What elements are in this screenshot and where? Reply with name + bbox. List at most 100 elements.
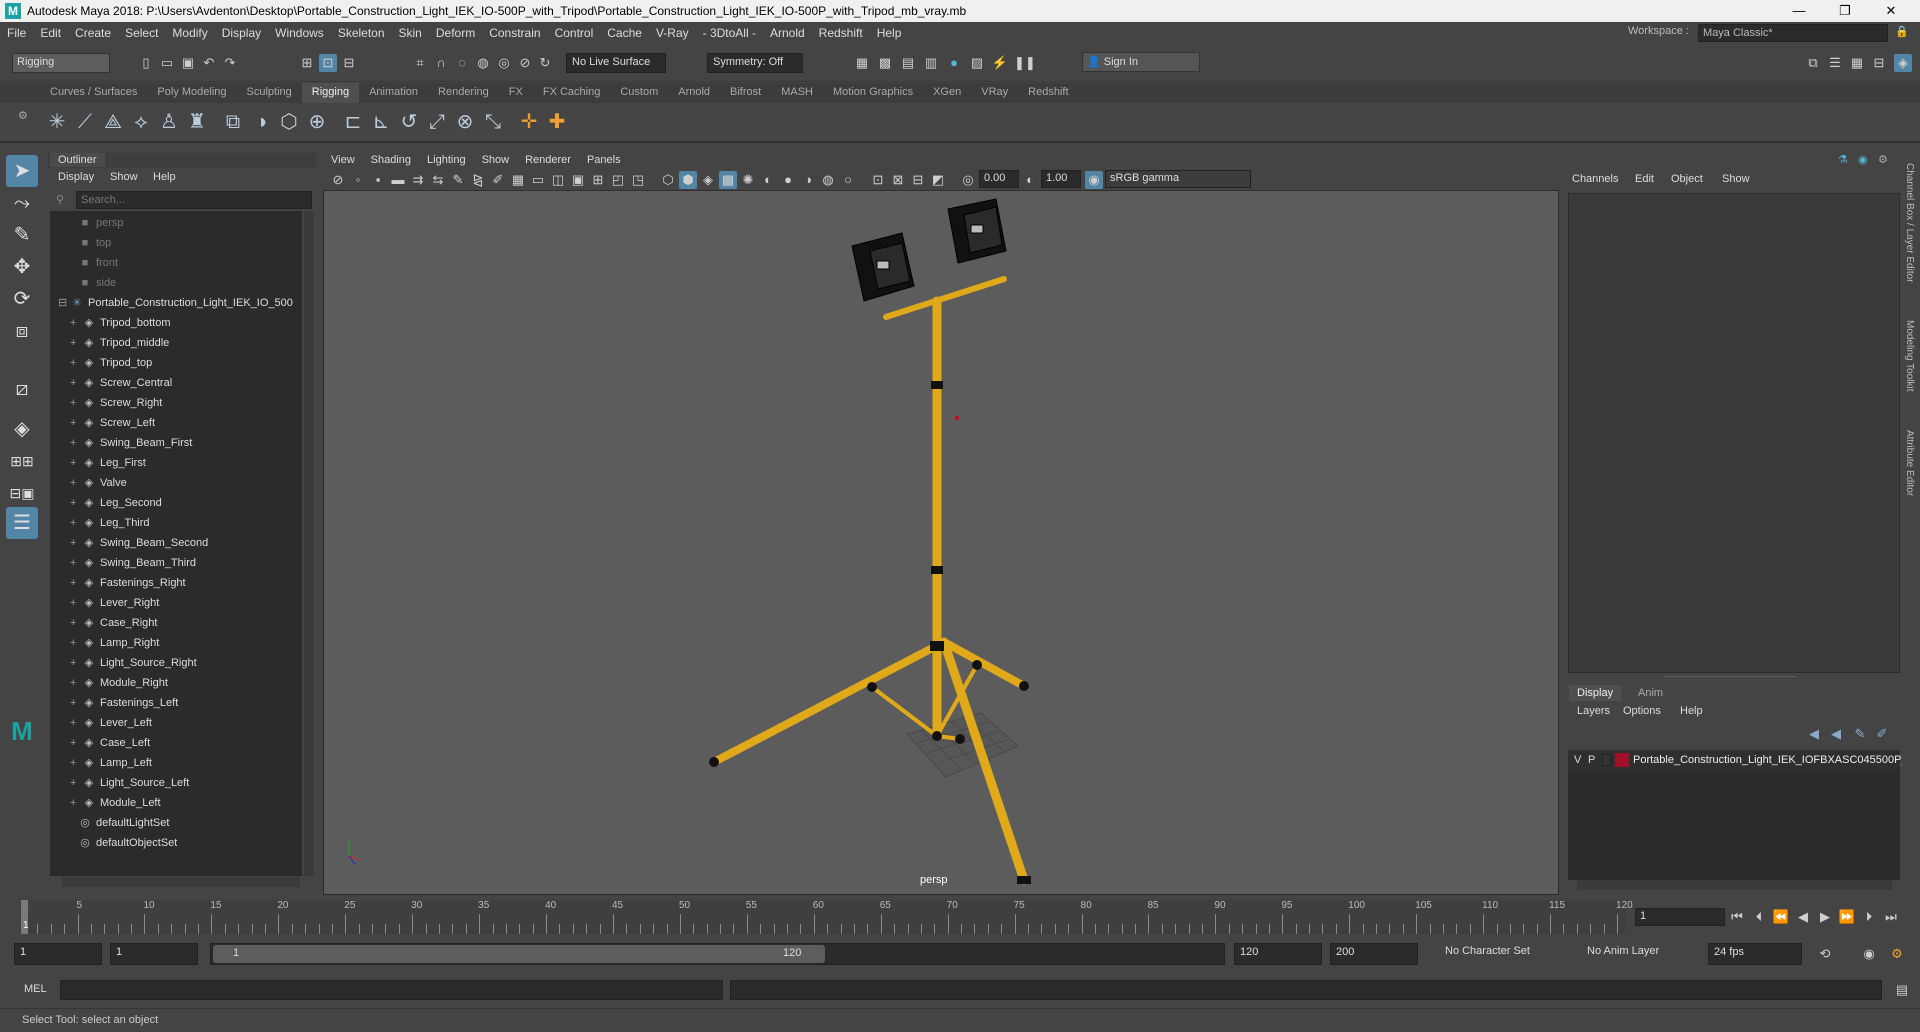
render-frame-icon[interactable]: ▩ (876, 54, 894, 72)
shelf-tab-custom[interactable]: Custom (610, 83, 668, 103)
outliner-menu-help[interactable]: Help (153, 171, 176, 183)
locator-icon[interactable]: ✛ (520, 112, 538, 132)
four-view-icon[interactable]: ⊞⊞ (6, 445, 38, 477)
outliner-item-mesh[interactable]: + ◈ Tripod_bottom (70, 313, 171, 333)
paint-weights-icon[interactable]: ◑ (252, 112, 270, 132)
outliner-item-mesh[interactable]: + ◈ Module_Right (70, 673, 168, 693)
playback-start-field[interactable]: 1 (110, 943, 198, 965)
expand-toggle-icon[interactable]: + (70, 453, 82, 473)
go-to-end-icon[interactable]: ⏭ (1882, 908, 1900, 926)
ipr-render-icon[interactable]: ▤ (899, 54, 917, 72)
sequence-icon[interactable]: ⇉ (409, 171, 427, 189)
expand-toggle-icon[interactable]: ⊟ (58, 293, 70, 313)
outliner-horizontal-scrollbar[interactable] (62, 877, 300, 887)
save-scene-icon[interactable]: ▣ (179, 54, 197, 72)
expand-toggle-icon[interactable]: + (70, 473, 82, 493)
quick-rig-icon[interactable]: ♜ (188, 112, 206, 132)
menu-help[interactable]: Help (870, 26, 909, 40)
view-transform-dropdown[interactable]: sRGB gamma (1105, 170, 1251, 188)
outliner-item-camera[interactable]: ■ persp (78, 213, 124, 233)
exposure-field[interactable]: 0.00 (979, 170, 1019, 188)
outliner-item-camera[interactable]: ■ top (78, 233, 112, 253)
channel-menu-edit[interactable]: Edit (1635, 173, 1654, 185)
viewport-menu-shading[interactable]: Shading (363, 154, 419, 166)
lasso-tool-icon[interactable]: ⤳ (6, 187, 38, 219)
gamma-icon[interactable]: ◐ (1021, 171, 1039, 189)
go-to-start-icon[interactable]: ⏮ (1728, 908, 1746, 926)
expand-toggle-icon[interactable]: + (70, 553, 82, 573)
range-bar-handle[interactable]: 1 120 (213, 945, 825, 963)
expand-toggle-icon[interactable]: + (70, 593, 82, 613)
move-layer-up-icon[interactable]: ◀ (1805, 725, 1823, 743)
channel-menu-channels[interactable]: Channels (1572, 173, 1618, 185)
paint-select-icon[interactable]: ✎ (6, 219, 38, 251)
menu-file[interactable]: File (0, 26, 33, 40)
command-input[interactable] (60, 980, 723, 1000)
outliner-item-set[interactable]: ◎ defaultLightSet (78, 813, 169, 833)
close-button[interactable]: ✕ (1868, 0, 1914, 22)
outliner-item-mesh[interactable]: + ◈ Screw_Left (70, 413, 155, 433)
expand-toggle-icon[interactable]: + (70, 393, 82, 413)
menu-deform[interactable]: Deform (429, 26, 482, 40)
orient-constraint-icon[interactable]: ↺ (400, 112, 418, 132)
select-component-icon[interactable]: ⊟ (340, 54, 358, 72)
step-back-key-icon[interactable]: ⏴ (1750, 908, 1768, 926)
channel-menu-object[interactable]: Object (1671, 173, 1703, 185)
layer-menu-layers[interactable]: Layers (1577, 705, 1610, 717)
shelf-tab-redshift[interactable]: Redshift (1018, 83, 1078, 103)
shelf-tab-bifrost[interactable]: Bifrost (720, 83, 771, 103)
outliner-item-set[interactable]: ◎ defaultObjectSet (78, 833, 177, 853)
outliner-item-mesh[interactable]: + ◈ Swing_Beam_Second (70, 533, 208, 553)
open-scene-icon[interactable]: ▭ (158, 54, 176, 72)
outliner-item-mesh[interactable]: + ◈ Lever_Right (70, 593, 159, 613)
outliner-item-mesh[interactable]: + ◈ Case_Left (70, 733, 150, 753)
outliner-item-mesh[interactable]: + ◈ Case_Right (70, 613, 157, 633)
ik-handle-icon[interactable]: ⟋ (76, 112, 94, 132)
expand-toggle-icon[interactable]: + (70, 693, 82, 713)
current-frame-field[interactable]: 1 (1635, 908, 1725, 926)
safe-action-icon[interactable]: ◰ (609, 171, 627, 189)
expand-toggle-icon[interactable]: + (70, 573, 82, 593)
outliner-item-mesh[interactable]: + ◈ Light_Source_Left (70, 773, 189, 793)
layer-visibility-toggle[interactable]: V (1574, 754, 1581, 766)
select-hierarchy-icon[interactable]: ⊞ (298, 54, 316, 72)
sign-in-button[interactable]: 👤 Sign In (1082, 52, 1200, 72)
scene-start-field[interactable]: 1 (14, 943, 102, 965)
textured-icon[interactable]: ▩ (719, 171, 737, 189)
outliner-item-mesh[interactable]: + ◈ Swing_Beam_First (70, 433, 192, 453)
menu-arnold[interactable]: Arnold (763, 26, 812, 40)
lattice-icon[interactable]: ⬡ (280, 112, 298, 132)
snap-curve-icon[interactable]: ∩ (432, 54, 450, 72)
play-backward-icon[interactable]: ◀ (1794, 908, 1812, 926)
wireframe-on-shaded-icon[interactable]: ◈ (699, 171, 717, 189)
layer-type-toggle[interactable] (1602, 754, 1612, 766)
rotate-tool-icon[interactable]: ⟳ (6, 283, 38, 315)
expand-toggle-icon[interactable]: + (70, 493, 82, 513)
side-tab-attribute-editor[interactable]: Attribute Editor (1904, 430, 1915, 496)
outliner-item-mesh[interactable]: + ◈ Screw_Right (70, 393, 162, 413)
expand-toggle-icon[interactable]: + (70, 313, 82, 333)
shelf-tab-curves-surfaces[interactable]: Curves / Surfaces (40, 83, 147, 103)
expand-toggle-icon[interactable]: + (70, 373, 82, 393)
scene-end-field[interactable]: 200 (1330, 943, 1418, 965)
channel-menu-show[interactable]: Show (1722, 173, 1750, 185)
layer-tab-display[interactable]: Display (1569, 685, 1622, 701)
playback-end-field[interactable]: 120 (1234, 943, 1322, 965)
backface-icon[interactable]: ◩ (929, 171, 947, 189)
outliner-item-mesh[interactable]: + ◈ Leg_Second (70, 493, 162, 513)
exposure-icon[interactable]: ◎ (959, 171, 977, 189)
expand-toggle-icon[interactable]: + (70, 353, 82, 373)
outliner-item-mesh[interactable]: + ◈ Lamp_Right (70, 633, 159, 653)
bind-skin-icon[interactable]: ⧉ (224, 112, 242, 132)
menu-modify[interactable]: Modify (165, 26, 214, 40)
humanik-icon[interactable]: ♙ (160, 112, 178, 132)
expand-toggle-icon[interactable]: + (70, 713, 82, 733)
script-language-label[interactable]: MEL (24, 983, 47, 995)
menu-constrain[interactable]: Constrain (482, 26, 547, 40)
viewport-menu-lighting[interactable]: Lighting (419, 154, 474, 166)
menu-vray[interactable]: V-Ray (649, 26, 696, 40)
select-tool-icon[interactable]: ➤ (6, 155, 38, 187)
xray-joints-icon[interactable]: ⊟ (909, 171, 927, 189)
move-tool-icon[interactable]: ✥ (6, 251, 38, 283)
expand-toggle-icon[interactable]: + (70, 673, 82, 693)
